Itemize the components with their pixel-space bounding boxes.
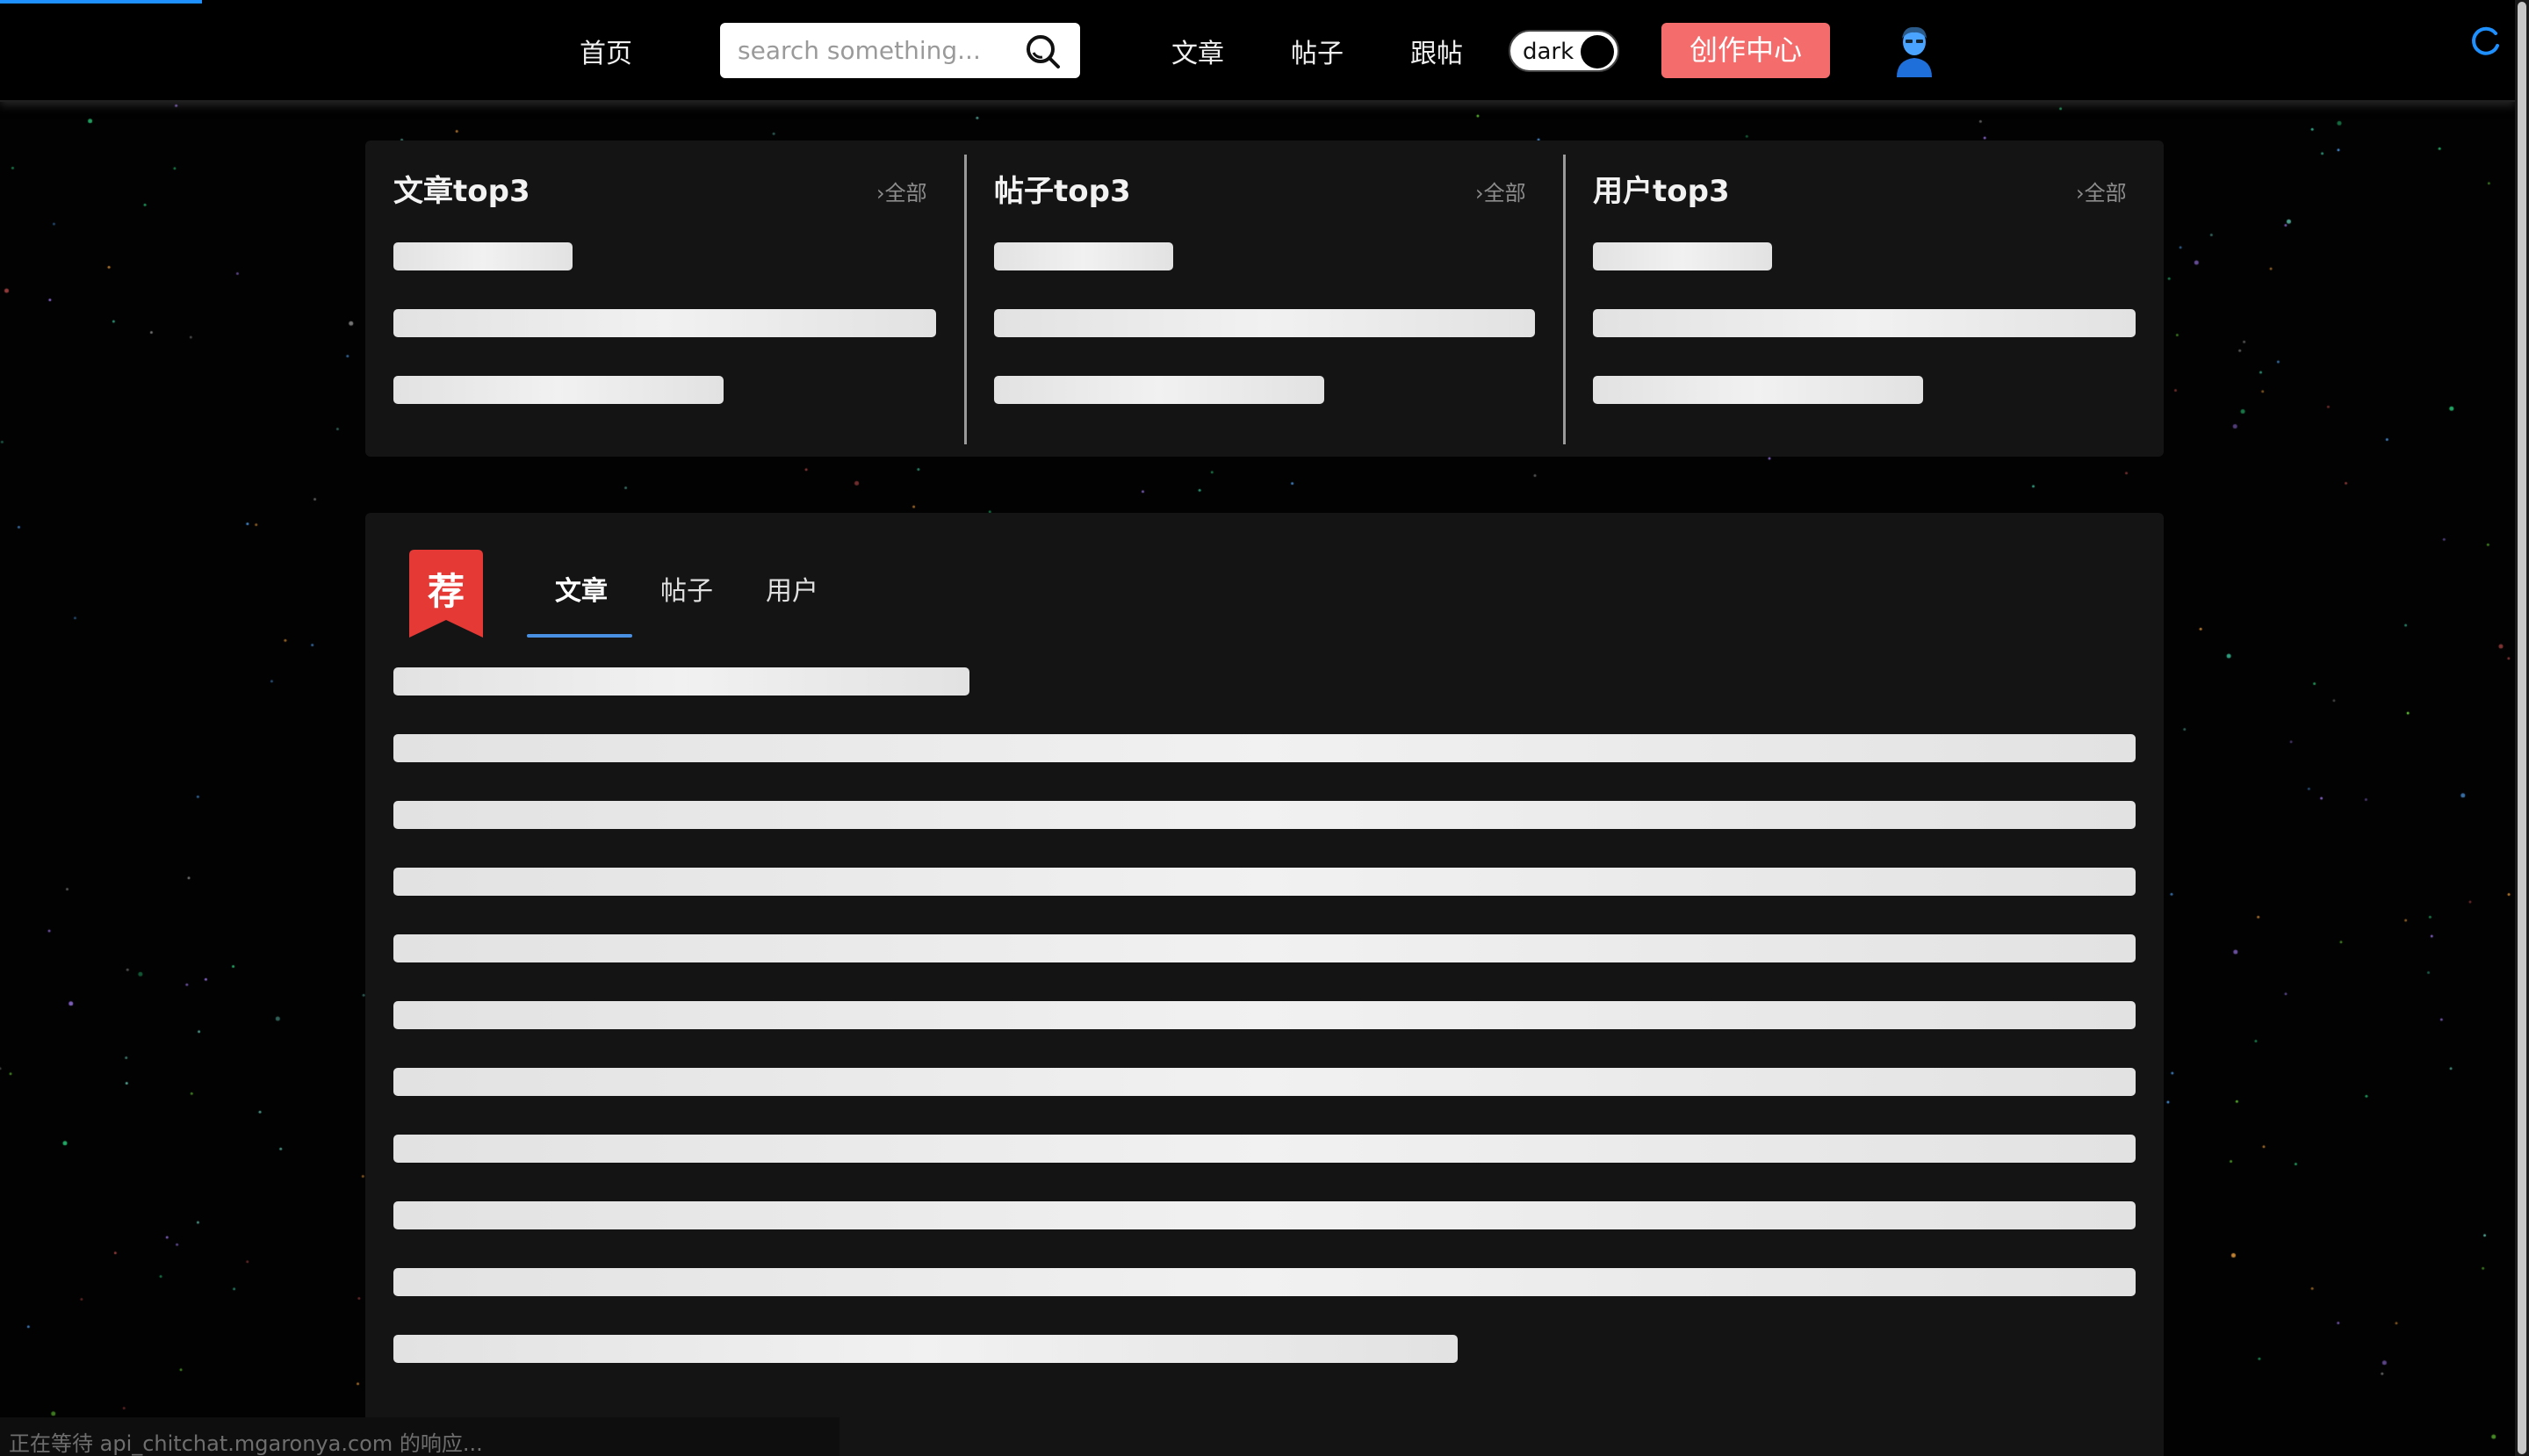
- toggle-knob: [1581, 35, 1614, 68]
- nav-articles-link[interactable]: 文章: [1171, 32, 1224, 70]
- status-text: 正在等待 api_chitchat.mgaronya.com 的响应...: [9, 1431, 483, 1456]
- skeleton-line: [1593, 376, 1923, 404]
- tab-users[interactable]: 用户: [766, 569, 818, 608]
- skeleton-line: [393, 1001, 2136, 1029]
- skeleton-line: [994, 309, 1535, 337]
- top3-title: 文章top3: [393, 174, 530, 209]
- skeleton-line: [1593, 309, 2136, 337]
- page-scrollbar[interactable]: [2515, 0, 2529, 1456]
- chevron-right-icon: ›: [1475, 181, 1484, 205]
- view-all-label: 全部: [1483, 181, 1526, 205]
- search-input[interactable]: [738, 32, 1019, 68]
- skeleton-line: [393, 667, 969, 696]
- browser-status-bar: 正在等待 api_chitchat.mgaronya.com 的响应...: [0, 1417, 839, 1456]
- recommend-panel: 荐 文章 帖子 用户: [365, 513, 2164, 1456]
- skeleton-line: [393, 1068, 2136, 1096]
- skeleton-line: [393, 1268, 2136, 1296]
- view-all-link[interactable]: ›全部: [876, 176, 927, 206]
- skeleton-line: [393, 1135, 2136, 1163]
- skeleton-line: [393, 934, 2136, 962]
- nav-replies-link[interactable]: 跟帖: [1410, 32, 1463, 70]
- tab-articles[interactable]: 文章: [555, 569, 608, 608]
- top-navbar: 首页 文章 帖子 跟帖 dark 创作中心: [0, 0, 2515, 102]
- page-loading-bar: [0, 0, 202, 4]
- skeleton-line: [994, 242, 1173, 270]
- skeleton-line: [393, 1335, 1458, 1363]
- search-icon[interactable]: [1023, 32, 1063, 72]
- skeleton-line: [393, 309, 936, 337]
- skeleton-line: [393, 1201, 2136, 1229]
- active-tab-indicator: [527, 634, 632, 638]
- search-box: [720, 23, 1080, 78]
- skeleton-line: [393, 376, 724, 404]
- view-all-label: 全部: [2084, 181, 2127, 205]
- theme-toggle-switch[interactable]: dark: [1509, 30, 1619, 72]
- articles-top3-column: 文章top3 ›全部: [365, 141, 964, 457]
- top3-title: 帖子top3: [994, 174, 1131, 209]
- scrollbar-thumb[interactable]: [2518, 2, 2526, 1454]
- theme-toggle-label: dark: [1523, 39, 1574, 65]
- posts-top3-column: 帖子top3 ›全部: [966, 141, 1565, 457]
- skeleton-line: [393, 734, 2136, 762]
- chevron-right-icon: ›: [876, 181, 885, 205]
- nav-home-link[interactable]: 首页: [580, 32, 632, 70]
- chevron-right-icon: ›: [2076, 181, 2085, 205]
- top3-panel: 文章top3 ›全部 帖子top3 ›全部 用户top3 ›全部: [365, 141, 2164, 457]
- view-all-link[interactable]: ›全部: [2076, 176, 2127, 206]
- skeleton-line: [393, 801, 2136, 829]
- top3-title: 用户top3: [1593, 174, 1730, 209]
- avatar-icon[interactable]: [1893, 25, 1935, 77]
- loading-spinner-icon: [2472, 26, 2499, 55]
- view-all-label: 全部: [884, 181, 927, 205]
- recommend-badge-label: 荐: [427, 570, 465, 613]
- create-center-button[interactable]: 创作中心: [1661, 23, 1830, 78]
- skeleton-line: [1593, 242, 1772, 270]
- users-top3-column: 用户top3 ›全部: [1565, 141, 2164, 457]
- view-all-link[interactable]: ›全部: [1475, 176, 1526, 206]
- skeleton-line: [393, 868, 2136, 896]
- skeleton-line: [393, 242, 573, 270]
- recommend-badge: 荐: [409, 550, 483, 638]
- nav-posts-link[interactable]: 帖子: [1291, 32, 1344, 70]
- skeleton-line: [994, 376, 1324, 404]
- tab-posts[interactable]: 帖子: [660, 569, 713, 608]
